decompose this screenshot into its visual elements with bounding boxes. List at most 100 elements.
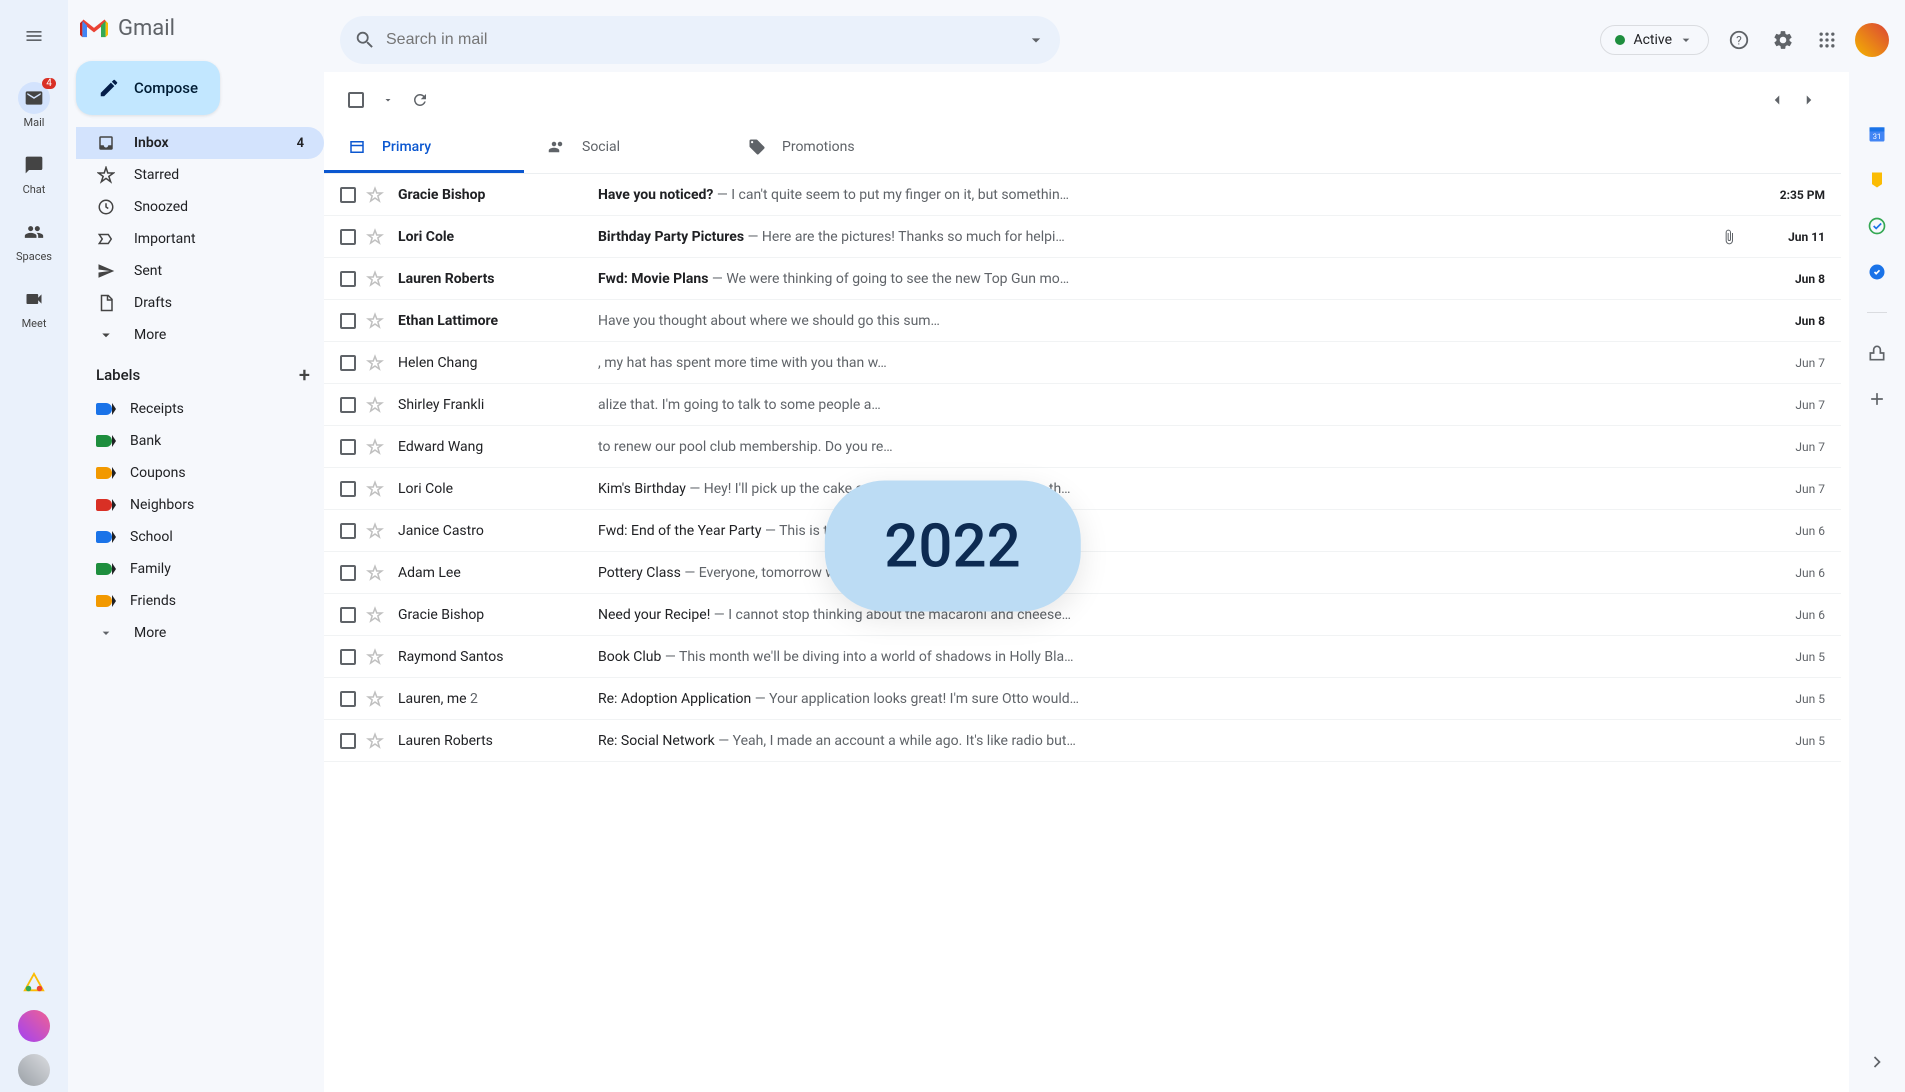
mail-row[interactable]: Raymond Santos Book Club — This month we… bbox=[324, 636, 1841, 678]
search-box[interactable] bbox=[340, 16, 1060, 64]
mail-checkbox[interactable] bbox=[340, 229, 356, 245]
tasks-app-icon[interactable] bbox=[1867, 216, 1887, 236]
tab-primary[interactable]: Primary bbox=[324, 124, 524, 173]
refresh-button[interactable] bbox=[404, 84, 436, 116]
nav-sent[interactable]: Sent bbox=[76, 255, 324, 287]
mail-checkbox[interactable] bbox=[340, 607, 356, 623]
rail-item-chat[interactable]: Chat bbox=[16, 139, 52, 206]
select-dropdown[interactable] bbox=[372, 84, 404, 116]
mail-row[interactable]: Ethan Lattimore Have you thought about w… bbox=[324, 300, 1841, 342]
main-menu-button[interactable] bbox=[10, 12, 58, 60]
label-neighbors[interactable]: .label-tag[style*="#d93025"]::after{bord… bbox=[76, 489, 324, 521]
mail-checkbox[interactable] bbox=[340, 481, 356, 497]
status-pill[interactable]: Active bbox=[1600, 25, 1709, 55]
star-button[interactable] bbox=[366, 648, 384, 666]
support-button[interactable]: ? bbox=[1719, 20, 1759, 60]
add-label-button[interactable]: + bbox=[299, 363, 310, 387]
star-button[interactable] bbox=[366, 690, 384, 708]
star-button[interactable] bbox=[366, 732, 384, 750]
star-button[interactable] bbox=[366, 480, 384, 498]
account-avatar[interactable] bbox=[1855, 23, 1889, 57]
mail-checkbox[interactable] bbox=[340, 691, 356, 707]
apps-button[interactable] bbox=[1807, 20, 1847, 60]
rail-avatar-1[interactable] bbox=[18, 1010, 50, 1042]
label-bank[interactable]: .label-tag[style*="#1e8e3e"]::after{bord… bbox=[76, 425, 324, 457]
star-button[interactable] bbox=[366, 312, 384, 330]
label-receipts[interactable]: .label-tag[style*="#1a73e8"]::after{bord… bbox=[76, 393, 324, 425]
next-page-button[interactable] bbox=[1793, 84, 1825, 116]
calendar-app-icon[interactable]: 31 bbox=[1867, 124, 1887, 144]
mail-checkbox[interactable] bbox=[340, 397, 356, 413]
mail-row[interactable]: Gracie Bishop Need your Recipe! — I cann… bbox=[324, 594, 1841, 636]
star-button[interactable] bbox=[366, 522, 384, 540]
prev-page-button[interactable] bbox=[1761, 84, 1793, 116]
mail-row[interactable]: Gracie Bishop Have you noticed? — I can'… bbox=[324, 174, 1841, 216]
tab-promotions[interactable]: Promotions bbox=[724, 124, 924, 173]
star-button[interactable] bbox=[366, 270, 384, 288]
star-button[interactable] bbox=[366, 564, 384, 582]
star-button[interactable] bbox=[366, 186, 384, 204]
nav-starred[interactable]: Starred bbox=[76, 159, 324, 191]
mail-row[interactable]: Lauren Roberts Re: Social Network — Yeah… bbox=[324, 720, 1841, 762]
side-panel-toggle[interactable] bbox=[1867, 1052, 1887, 1072]
addons-button[interactable] bbox=[1867, 343, 1887, 363]
nav-important[interactable]: Important bbox=[76, 223, 324, 255]
rail-avatar-2[interactable] bbox=[18, 1054, 50, 1086]
select-all-checkbox[interactable] bbox=[340, 84, 372, 116]
mail-row[interactable]: Lori Cole Birthday Party Pictures — Here… bbox=[324, 216, 1841, 258]
label-text: Bank bbox=[130, 433, 161, 449]
mail-checkbox[interactable] bbox=[340, 649, 356, 665]
mail-row[interactable]: Adam Lee Pottery Class — Everyone, tomor… bbox=[324, 552, 1841, 594]
label-text: Neighbors bbox=[130, 497, 194, 513]
star-icon bbox=[366, 186, 384, 204]
star-button[interactable] bbox=[366, 228, 384, 246]
labels-more[interactable]: More bbox=[76, 617, 324, 649]
mail-checkbox[interactable] bbox=[340, 271, 356, 287]
mail-row[interactable]: Lauren, me 2 Re: Adoption Application — … bbox=[324, 678, 1841, 720]
mail-row[interactable]: Helen Chang , my hat has spent more time… bbox=[324, 342, 1841, 384]
rail-item-meet[interactable]: Meet bbox=[16, 273, 52, 340]
mail-checkbox[interactable] bbox=[340, 523, 356, 539]
rail-item-mail[interactable]: 4Mail bbox=[16, 72, 52, 139]
mail-date: Jun 7 bbox=[1745, 440, 1825, 454]
nav-more[interactable]: More bbox=[76, 319, 324, 351]
mail-checkbox[interactable] bbox=[340, 355, 356, 371]
compose-button[interactable]: Compose bbox=[76, 61, 220, 115]
mail-row[interactable]: Edward Wang to renew our pool club membe… bbox=[324, 426, 1841, 468]
gmail-wordmark: Gmail bbox=[118, 16, 175, 41]
label-school[interactable]: .label-tag[style*="#1a73e8"]::after{bord… bbox=[76, 521, 324, 553]
star-button[interactable] bbox=[366, 606, 384, 624]
star-button[interactable] bbox=[366, 354, 384, 372]
mail-checkbox[interactable] bbox=[340, 187, 356, 203]
tab-social[interactable]: Social bbox=[524, 124, 724, 173]
mail-checkbox[interactable] bbox=[340, 439, 356, 455]
label-family[interactable]: .label-tag[style*="#1e8e3e"]::after{bord… bbox=[76, 553, 324, 585]
nav-drafts[interactable]: Drafts bbox=[76, 287, 324, 319]
get-addons-button[interactable] bbox=[1867, 389, 1887, 409]
settings-button[interactable] bbox=[1763, 20, 1803, 60]
mail-subject: Need your Recipe! bbox=[598, 607, 710, 623]
keep-app-icon[interactable] bbox=[1867, 170, 1887, 190]
mail-content: Re: Social Network — Yeah, I made an acc… bbox=[598, 733, 1745, 749]
search-input[interactable] bbox=[376, 31, 1026, 49]
rail-item-spaces[interactable]: Spaces bbox=[16, 206, 52, 273]
label-friends[interactable]: .label-tag[style*="#f29900"]::after{bord… bbox=[76, 585, 324, 617]
mail-row[interactable]: Janice Castro Fwd: End of the Year Party… bbox=[324, 510, 1841, 552]
topbar: Active ? bbox=[324, 8, 1905, 72]
mail-checkbox[interactable] bbox=[340, 313, 356, 329]
search-options-icon[interactable] bbox=[1026, 30, 1046, 50]
mail-row[interactable]: Lauren Roberts Fwd: Movie Plans — We wer… bbox=[324, 258, 1841, 300]
mail-row[interactable]: Shirley Frankli alize that. I'm going to… bbox=[324, 384, 1841, 426]
mail-checkbox[interactable] bbox=[340, 565, 356, 581]
star-button[interactable] bbox=[366, 438, 384, 456]
rail-app-icon[interactable] bbox=[23, 972, 45, 994]
mail-subject: Fwd: Movie Plans bbox=[598, 271, 708, 287]
nav-snoozed[interactable]: Snoozed bbox=[76, 191, 324, 223]
mail-row[interactable]: Lori Cole Kim's Birthday — Hey! I'll pic… bbox=[324, 468, 1841, 510]
nav-inbox[interactable]: Inbox4 bbox=[76, 127, 324, 159]
mail-checkbox[interactable] bbox=[340, 733, 356, 749]
star-button[interactable] bbox=[366, 396, 384, 414]
label-coupons[interactable]: .label-tag[style*="#f29900"]::after{bord… bbox=[76, 457, 324, 489]
contacts-app-icon[interactable] bbox=[1867, 262, 1887, 282]
mail-main: PrimarySocialPromotions Gracie Bishop Ha… bbox=[324, 72, 1841, 1084]
